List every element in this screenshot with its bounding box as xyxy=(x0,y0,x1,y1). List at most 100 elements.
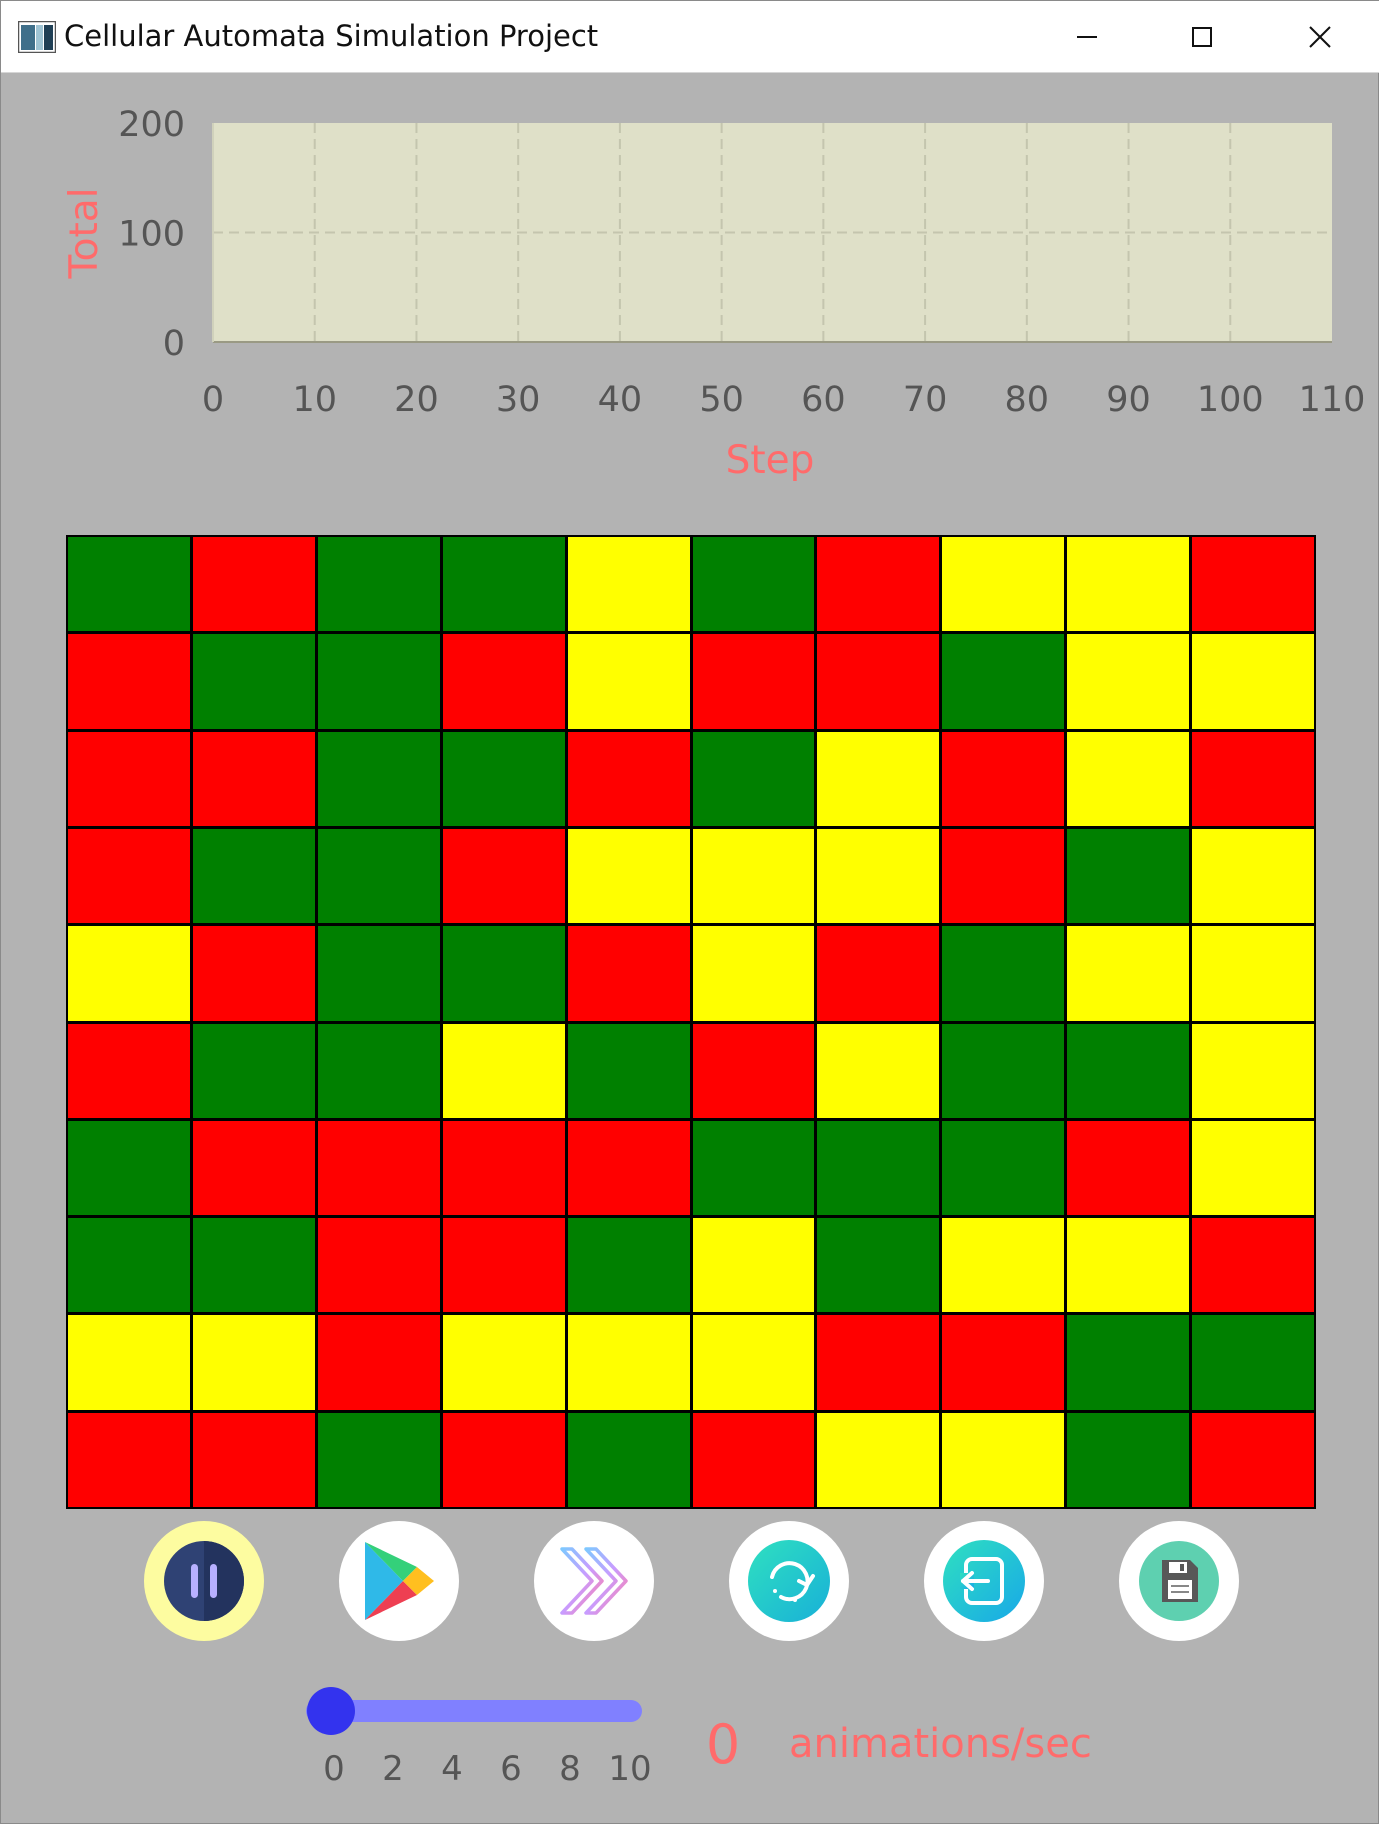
grid-cell[interactable] xyxy=(317,1023,440,1118)
grid-cell[interactable] xyxy=(692,828,815,924)
grid-cell[interactable] xyxy=(942,634,1065,729)
grid-cell[interactable] xyxy=(692,1120,815,1216)
grid-cell[interactable] xyxy=(317,926,440,1021)
grid-cell[interactable] xyxy=(1067,1218,1190,1313)
grid-cell[interactable] xyxy=(68,634,190,729)
grid-cell[interactable] xyxy=(192,1315,315,1410)
grid-cell[interactable] xyxy=(1192,1412,1314,1507)
grid-cell[interactable] xyxy=(192,634,315,729)
grid-cell[interactable] xyxy=(817,1218,940,1313)
grid-cell[interactable] xyxy=(1192,634,1314,729)
grid-cell[interactable] xyxy=(192,1120,315,1216)
pause-button[interactable] xyxy=(144,1521,264,1641)
grid-cell[interactable] xyxy=(192,1412,315,1507)
grid-cell[interactable] xyxy=(942,1023,1065,1118)
grid-cell[interactable] xyxy=(567,634,690,729)
grid-cell[interactable] xyxy=(442,926,565,1021)
grid-cell[interactable] xyxy=(68,1315,190,1410)
grid-cell[interactable] xyxy=(192,926,315,1021)
grid-cell[interactable] xyxy=(1192,1218,1314,1313)
grid-cell[interactable] xyxy=(692,731,815,826)
grid-cell[interactable] xyxy=(942,1412,1065,1507)
grid-cell[interactable] xyxy=(1067,1412,1190,1507)
grid-cell[interactable] xyxy=(68,1412,190,1507)
grid-cell[interactable] xyxy=(1192,1120,1314,1216)
grid-cell[interactable] xyxy=(692,1218,815,1313)
grid-cell[interactable] xyxy=(442,1023,565,1118)
grid-cell[interactable] xyxy=(567,1412,690,1507)
grid-cell[interactable] xyxy=(1192,1023,1314,1118)
grid-cell[interactable] xyxy=(817,1120,940,1216)
grid-cell[interactable] xyxy=(817,926,940,1021)
grid-cell[interactable] xyxy=(942,1120,1065,1216)
grid-cell[interactable] xyxy=(192,537,315,632)
grid-cell[interactable] xyxy=(817,731,940,826)
grid-cell[interactable] xyxy=(1067,634,1190,729)
grid-cell[interactable] xyxy=(1067,537,1190,632)
grid-cell[interactable] xyxy=(442,1120,565,1216)
exit-button[interactable] xyxy=(924,1521,1044,1641)
grid-cell[interactable] xyxy=(1192,731,1314,826)
grid-cell[interactable] xyxy=(1067,1315,1190,1410)
grid-cell[interactable] xyxy=(942,731,1065,826)
grid-cell[interactable] xyxy=(567,1023,690,1118)
title-bar[interactable]: Cellular Automata Simulation Project xyxy=(1,1,1379,73)
grid-cell[interactable] xyxy=(442,1412,565,1507)
grid-cell[interactable] xyxy=(1067,1120,1190,1216)
minimize-button[interactable] xyxy=(1029,1,1145,73)
grid-cell[interactable] xyxy=(317,1120,440,1216)
grid-cell[interactable] xyxy=(68,926,190,1021)
grid-cell[interactable] xyxy=(692,537,815,632)
grid-cell[interactable] xyxy=(442,634,565,729)
grid-cell[interactable] xyxy=(317,1412,440,1507)
grid-cell[interactable] xyxy=(192,1023,315,1118)
grid-cell[interactable] xyxy=(317,634,440,729)
save-button[interactable] xyxy=(1119,1521,1239,1641)
grid-cell[interactable] xyxy=(68,537,190,632)
grid-cell[interactable] xyxy=(692,926,815,1021)
grid-cell[interactable] xyxy=(817,828,940,924)
grid-cell[interactable] xyxy=(317,731,440,826)
slider-thumb[interactable] xyxy=(307,1687,355,1735)
grid-cell[interactable] xyxy=(567,1315,690,1410)
grid-cell[interactable] xyxy=(192,1218,315,1313)
grid-cell[interactable] xyxy=(567,926,690,1021)
fast-forward-button[interactable] xyxy=(534,1521,654,1641)
close-button[interactable] xyxy=(1262,1,1378,73)
grid-cell[interactable] xyxy=(192,731,315,826)
grid-cell[interactable] xyxy=(1192,537,1314,632)
grid-cell[interactable] xyxy=(1067,828,1190,924)
grid-cell[interactable] xyxy=(442,828,565,924)
grid-cell[interactable] xyxy=(68,731,190,826)
grid-cell[interactable] xyxy=(942,1315,1065,1410)
grid-cell[interactable] xyxy=(942,1218,1065,1313)
maximize-button[interactable] xyxy=(1144,1,1260,73)
grid-cell[interactable] xyxy=(942,926,1065,1021)
grid-cell[interactable] xyxy=(567,1120,690,1216)
grid-cell[interactable] xyxy=(68,1218,190,1313)
grid-cell[interactable] xyxy=(442,1218,565,1313)
grid-cell[interactable] xyxy=(68,828,190,924)
grid-cell[interactable] xyxy=(68,1120,190,1216)
reset-button[interactable] xyxy=(729,1521,849,1641)
grid-cell[interactable] xyxy=(817,634,940,729)
grid-cell[interactable] xyxy=(68,1023,190,1118)
grid-cell[interactable] xyxy=(692,1315,815,1410)
grid-cell[interactable] xyxy=(442,731,565,826)
cell-grid[interactable] xyxy=(66,535,1316,1509)
grid-cell[interactable] xyxy=(317,1218,440,1313)
grid-cell[interactable] xyxy=(1192,1315,1314,1410)
grid-cell[interactable] xyxy=(317,1315,440,1410)
play-button[interactable] xyxy=(339,1521,459,1641)
grid-cell[interactable] xyxy=(1192,926,1314,1021)
grid-cell[interactable] xyxy=(442,1315,565,1410)
grid-cell[interactable] xyxy=(317,828,440,924)
grid-cell[interactable] xyxy=(692,634,815,729)
speed-slider[interactable] xyxy=(306,1687,642,1735)
grid-cell[interactable] xyxy=(942,828,1065,924)
grid-cell[interactable] xyxy=(692,1412,815,1507)
grid-cell[interactable] xyxy=(1067,1023,1190,1118)
grid-cell[interactable] xyxy=(817,537,940,632)
grid-cell[interactable] xyxy=(192,828,315,924)
grid-cell[interactable] xyxy=(817,1412,940,1507)
